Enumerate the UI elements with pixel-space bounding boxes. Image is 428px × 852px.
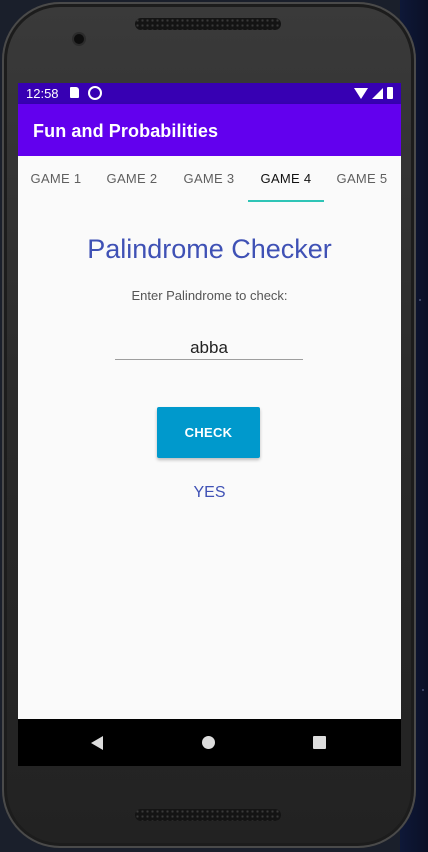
sd-card-icon <box>70 87 79 98</box>
recents-icon[interactable] <box>313 736 326 749</box>
top-speaker <box>135 18 281 30</box>
palindrome-game-panel: Palindrome Checker Enter Palindrome to c… <box>18 202 401 719</box>
home-icon[interactable] <box>202 736 215 749</box>
back-icon[interactable] <box>91 736 103 750</box>
bottom-speaker <box>135 809 281 821</box>
status-bar: 12:58 <box>18 83 401 104</box>
navigation-bar <box>18 719 401 766</box>
sync-icon <box>88 86 102 100</box>
tab-game-3[interactable]: GAME 3 <box>170 156 248 202</box>
status-icons <box>354 86 393 100</box>
signal-icon <box>372 87 383 99</box>
check-button[interactable]: CHECK <box>157 407 260 458</box>
tab-game-1[interactable]: GAME 1 <box>18 156 94 202</box>
app-title: Fun and Probabilities <box>33 121 219 141</box>
tab-game-5[interactable]: GAME 5 <box>324 156 400 202</box>
device-screen: 12:58 Fun and Probabilities GAME 1 GAME … <box>18 83 401 766</box>
status-time: 12:58 <box>26 86 59 101</box>
tab-game-4[interactable]: GAME 4 <box>248 156 324 202</box>
app-bar: Fun and Probabilities <box>18 104 401 156</box>
wifi-icon <box>354 87 368 99</box>
page-title: Palindrome Checker <box>87 234 332 264</box>
result-text: YES <box>193 484 226 501</box>
tab-game-2[interactable]: GAME 2 <box>94 156 170 202</box>
tab-bar: GAME 1 GAME 2 GAME 3 GAME 4 GAME 5 <box>18 156 401 202</box>
front-camera <box>74 34 84 44</box>
battery-icon <box>387 87 393 99</box>
input-prompt: Enter Palindrome to check: <box>131 288 288 303</box>
palindrome-input[interactable] <box>115 337 303 360</box>
